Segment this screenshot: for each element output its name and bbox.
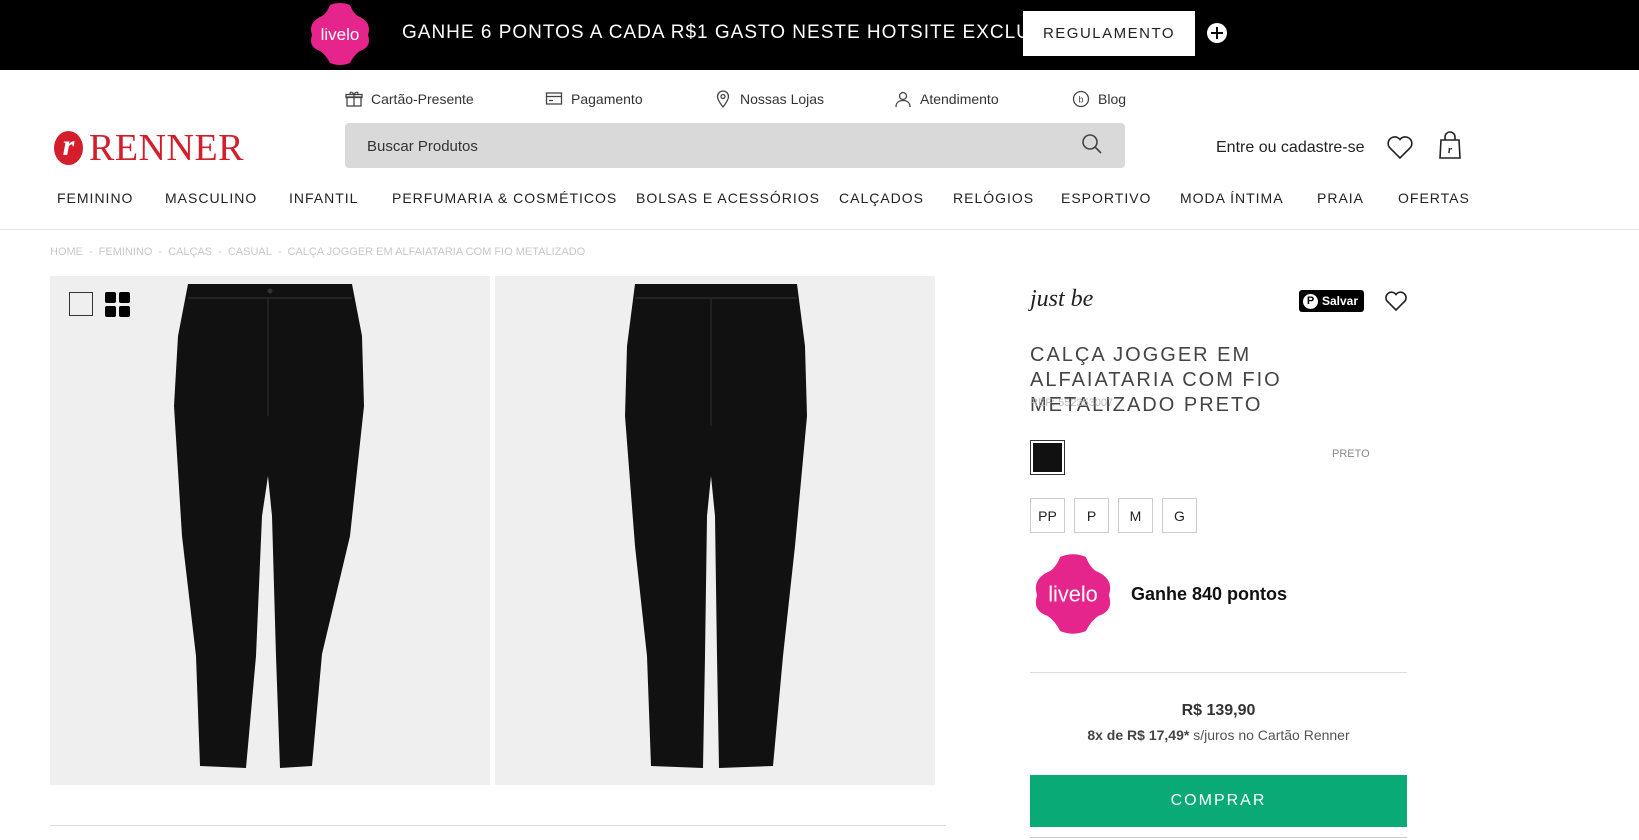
installment-suffix: s/juros no Cartão Renner: [1193, 727, 1350, 743]
brand-logo-text: just be: [1028, 286, 1094, 312]
product-ref: REF: 552353007: [1030, 397, 1114, 409]
brand-logo[interactable]: just be: [1028, 280, 1126, 320]
shopping-bag-icon[interactable]: r: [1437, 130, 1463, 160]
breadcrumb-item[interactable]: HOME: [50, 246, 83, 258]
product-price: R$ 139,90: [1181, 702, 1256, 719]
util-link-label: Nossas Lojas: [740, 91, 825, 107]
single-view-icon[interactable]: [69, 292, 93, 316]
blog-icon: b: [1072, 90, 1090, 108]
livelo-logo-text: livelo: [321, 25, 360, 44]
breadcrumb-item[interactable]: CASUAL: [228, 246, 272, 258]
pants-front-illustration: [174, 284, 364, 768]
util-link-label: Atendimento: [920, 91, 999, 107]
nav-item-feminino[interactable]: FEMININO: [57, 190, 133, 206]
breadcrumb: HOME - FEMININO - CALÇAS - CASUAL - CALÇ…: [50, 246, 585, 258]
renner-logo[interactable]: r RENNER: [54, 127, 244, 169]
favorite-heart-icon[interactable]: [1384, 290, 1408, 312]
pinterest-icon: P: [1303, 293, 1318, 309]
svg-text:b: b: [1078, 95, 1083, 105]
search-input[interactable]: [367, 133, 967, 159]
nav-item-esportivo[interactable]: ESPORTIVO: [1061, 190, 1151, 206]
swatch-color: [1033, 443, 1062, 472]
header-divider: [0, 229, 1639, 230]
nav-item-relogios[interactable]: RELÓGIOS: [953, 190, 1034, 206]
pants-back-illustration: [625, 284, 807, 768]
util-link-label: Cartão-Presente: [371, 91, 474, 107]
promo-message: GANHE 6 PONTOS A CADA R$1 GASTO NESTE HO…: [402, 22, 1081, 43]
nav-item-calcados[interactable]: CALÇADOS: [839, 190, 924, 206]
heart-icon[interactable]: [1386, 134, 1414, 160]
util-link-label: Pagamento: [571, 91, 643, 107]
renner-logo-mark: r: [54, 131, 83, 165]
location-pin-icon: [716, 90, 730, 108]
gift-icon: [345, 91, 363, 107]
renner-logo-text: RENNER: [89, 127, 244, 169]
util-link-payment[interactable]: Pagamento: [545, 88, 643, 110]
livelo-points-logo: livelo: [1035, 554, 1111, 634]
installment-value: R$ 17,49*: [1127, 727, 1190, 743]
product-image-back[interactable]: [495, 276, 935, 785]
util-link-blog[interactable]: b Blog: [1072, 88, 1126, 110]
gallery-divider: [50, 825, 946, 826]
breadcrumb-separator: -: [218, 246, 222, 258]
breadcrumb-current: CALÇA JOGGER EM ALFAIATARIA COM FIO META…: [287, 246, 586, 258]
livelo-logo: livelo: [311, 3, 369, 65]
size-option-pp[interactable]: PP: [1030, 498, 1065, 533]
regulamento-button[interactable]: REGULAMENTO: [1023, 11, 1195, 56]
util-link-label: Blog: [1098, 91, 1127, 107]
nav-item-praia[interactable]: PRAIA: [1317, 190, 1364, 206]
nav-item-moda-intima[interactable]: MODA ÍNTIMA: [1180, 190, 1284, 206]
price-divider: [1030, 672, 1407, 673]
pinterest-save-label: Salvar: [1322, 294, 1359, 308]
payment-icon: [545, 92, 563, 105]
util-link-stores[interactable]: Nossas Lojas: [714, 88, 824, 110]
breadcrumb-separator: -: [89, 246, 93, 258]
promo-bar: livelo GANHE 6 PONTOS A CADA R$1 GASTO N…: [0, 0, 1639, 70]
nav-item-masculino[interactable]: MASCULINO: [165, 190, 257, 206]
plus-circle-icon[interactable]: [1207, 23, 1227, 43]
svg-text:r: r: [1448, 144, 1453, 156]
breadcrumb-separator: -: [277, 246, 282, 258]
account-link[interactable]: Entre ou cadastre-se: [1216, 139, 1365, 157]
nav-item-ofertas[interactable]: OFERTAS: [1398, 190, 1470, 206]
breadcrumb-item[interactable]: FEMININO: [99, 246, 153, 258]
product-image-front[interactable]: [50, 276, 490, 785]
nav-item-infantil[interactable]: INFANTIL: [289, 190, 358, 206]
installment-info: 8x de R$ 17,49* s/juros no Cartão Renner: [1030, 727, 1407, 743]
breadcrumb-item[interactable]: CALÇAS: [168, 246, 212, 258]
breadcrumb-separator: -: [158, 246, 163, 258]
util-link-support[interactable]: Atendimento: [894, 88, 999, 110]
buy-button[interactable]: COMPRAR: [1030, 775, 1407, 827]
size-option-p[interactable]: P: [1074, 498, 1109, 533]
size-option-g[interactable]: G: [1162, 498, 1197, 533]
pinterest-save-button[interactable]: P Salvar: [1299, 290, 1364, 312]
util-link-gift-card[interactable]: Cartão-Presente: [345, 88, 474, 110]
selected-color-name: PRETO: [1332, 448, 1370, 460]
nav-item-perfumaria[interactable]: PERFUMARIA & COSMÉTICOS: [392, 190, 617, 206]
user-icon: [895, 91, 911, 108]
livelo-points-label: Ganhe 840 pontos: [1131, 584, 1288, 604]
size-option-m[interactable]: M: [1118, 498, 1153, 533]
installment-prefix: 8x de: [1087, 727, 1124, 743]
nav-item-bolsas[interactable]: BOLSAS E ACESSÓRIOS: [636, 190, 820, 206]
grid-view-icon[interactable]: [105, 292, 130, 317]
livelo-points-logo-text: livelo: [1048, 582, 1098, 607]
search-icon[interactable]: [1080, 132, 1104, 156]
color-swatch-preto[interactable]: [1030, 440, 1065, 475]
